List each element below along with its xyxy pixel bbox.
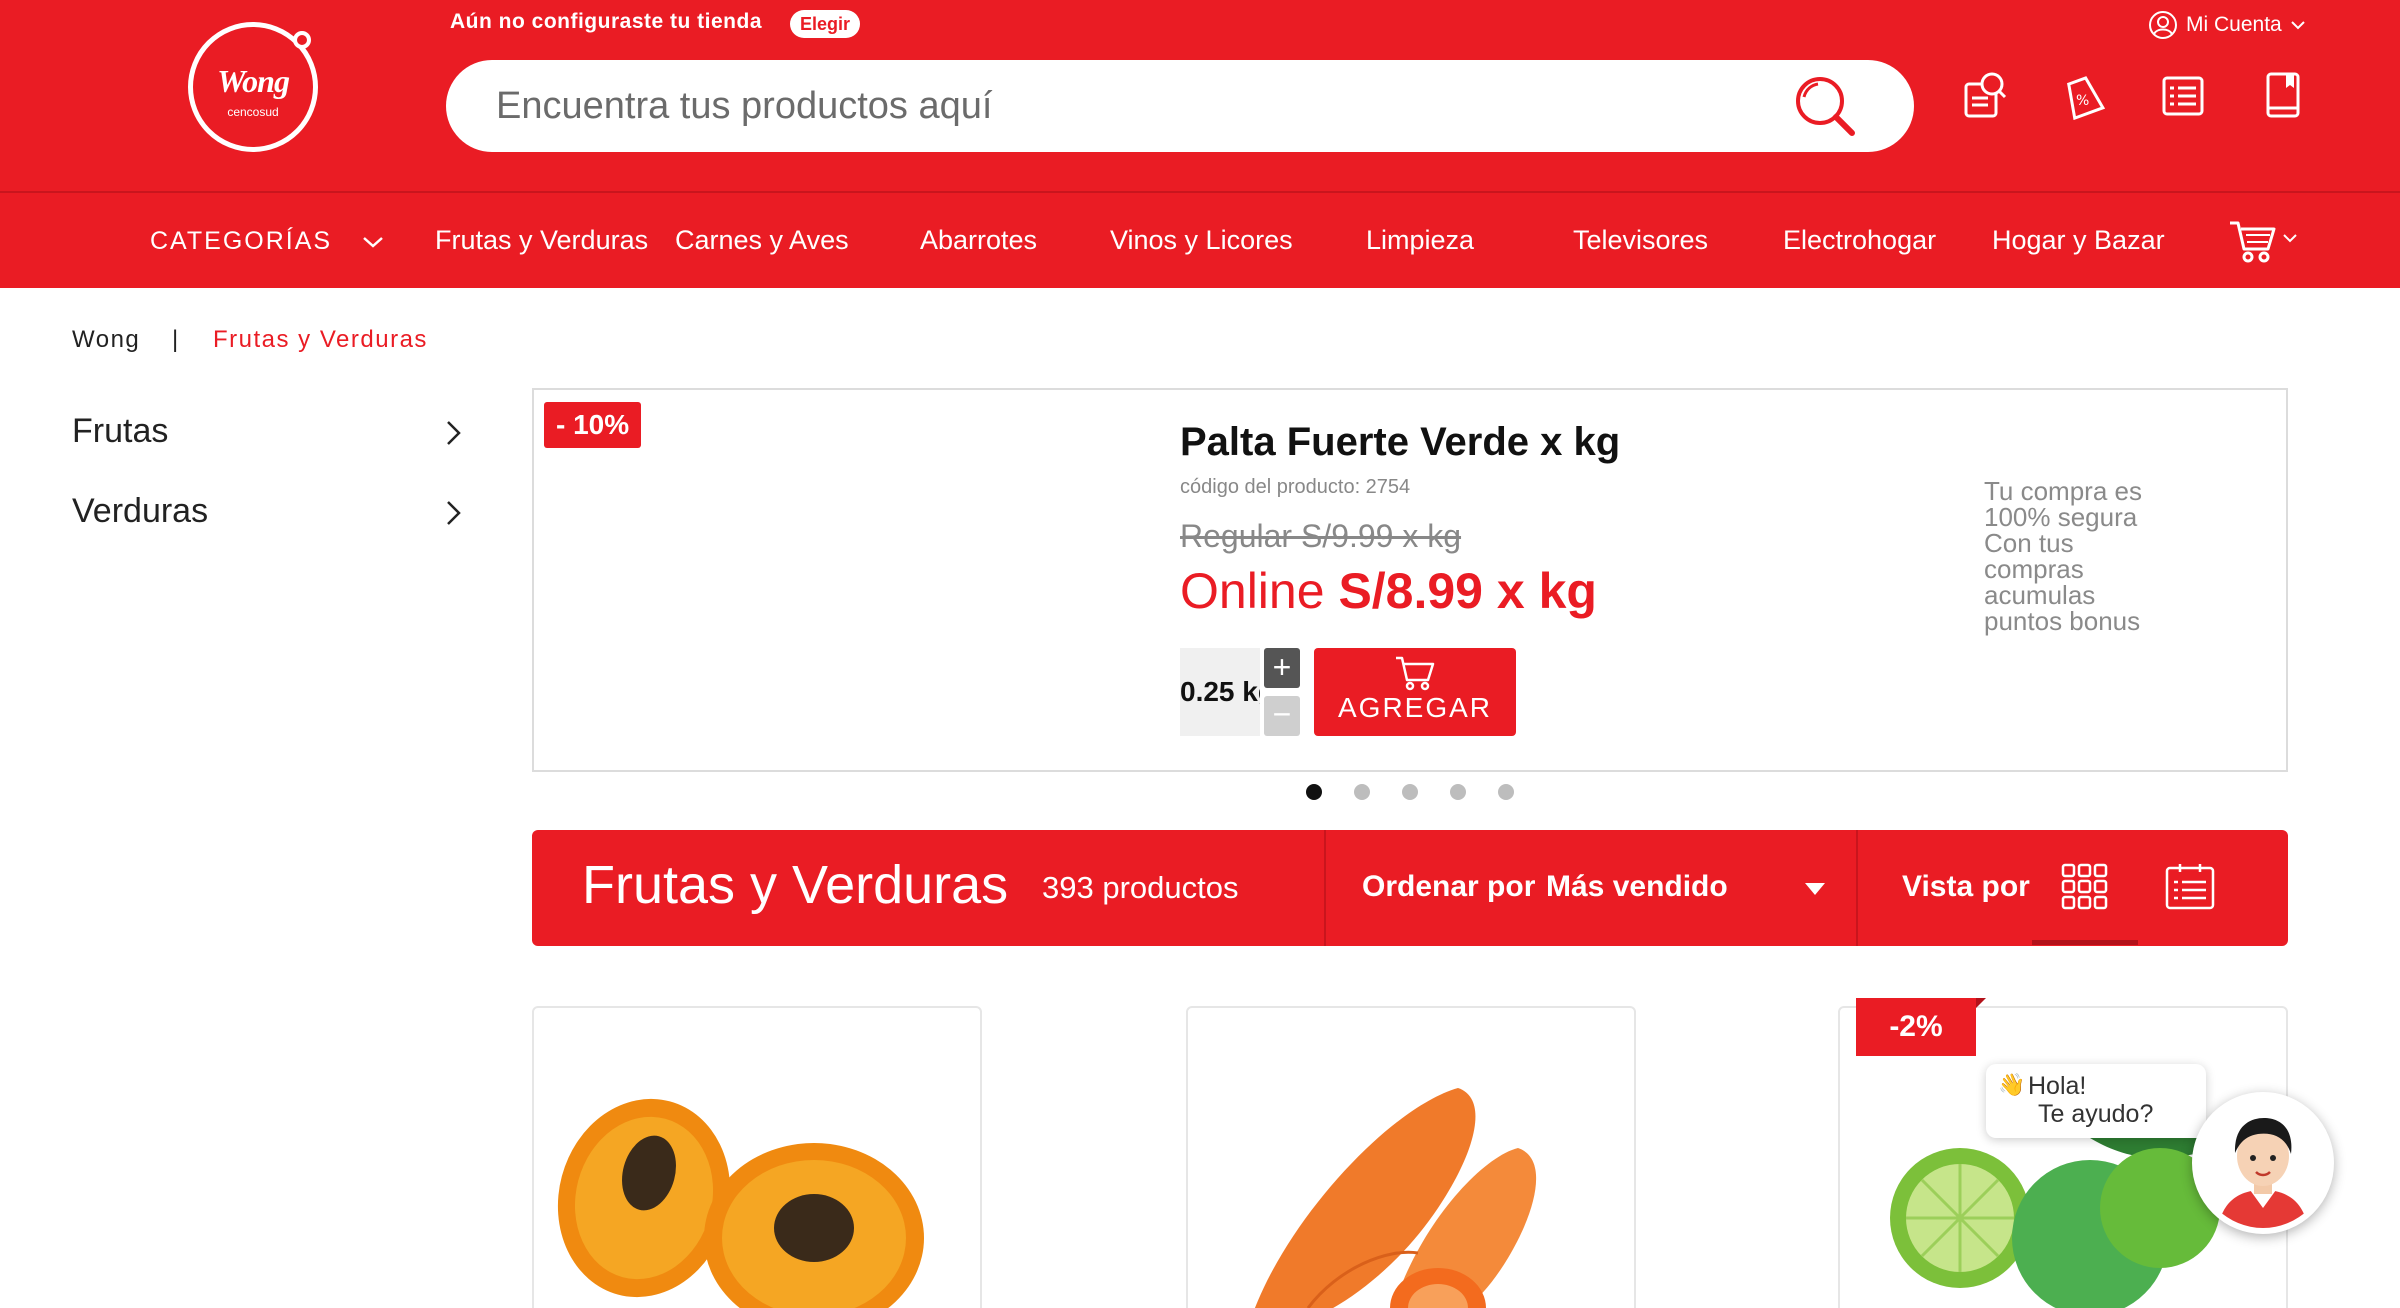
list-view-icon[interactable]: [2164, 862, 2216, 912]
account-label: Mi Cuenta: [2186, 13, 2282, 36]
sidebar-item-verduras[interactable]: Verduras: [72, 484, 472, 544]
online-price-value: S/8.99 x kg: [1338, 563, 1597, 619]
nav-item-vinos-licores[interactable]: Vinos y Licores: [1110, 193, 1293, 288]
product-title[interactable]: Palta Fuerte Verde x kg: [1180, 420, 1620, 465]
carousel-dot[interactable]: [1450, 784, 1466, 800]
divider: [1324, 830, 1326, 946]
product-code: código del producto: 2754: [1180, 476, 1411, 498]
search-icon[interactable]: [1792, 73, 1858, 139]
nav-item-hogar-bazar[interactable]: Hogar y Bazar: [1992, 193, 2165, 288]
offers-tag-icon[interactable]: %: [2058, 70, 2108, 120]
active-view-indicator: [2032, 940, 2138, 945]
logo-word: Wong: [217, 63, 290, 99]
cart-icon[interactable]: [2228, 215, 2298, 265]
breadcrumb-separator: |: [172, 326, 180, 353]
sort-select[interactable]: Más vendido: [1546, 870, 1728, 904]
nav-item-carnes-aves[interactable]: Carnes y Aves: [675, 193, 849, 288]
chevron-down-icon: [362, 237, 383, 248]
chat-bubble[interactable]: 👋 Hola! Te ayudo?: [1986, 1064, 2206, 1138]
cart-icon: [1396, 656, 1435, 691]
chevron-down-icon: [2291, 21, 2305, 30]
add-button-label: AGREGAR: [1337, 692, 1493, 723]
categories-label: CATEGORÍAS: [150, 227, 333, 255]
nav-item-televisores[interactable]: Televisores: [1573, 193, 1708, 288]
carousel-dot[interactable]: [1498, 784, 1514, 800]
nav-item-abarrotes[interactable]: Abarrotes: [920, 193, 1037, 288]
carousel-dot[interactable]: [1306, 784, 1322, 800]
logo-subtext: cencosud: [227, 105, 279, 119]
online-price: Online S/8.99 x kg: [1180, 562, 1597, 620]
chat-greeting: Hola!: [2028, 1072, 2087, 1100]
nav-item-limpieza[interactable]: Limpieza: [1366, 193, 1474, 288]
caret-down-icon[interactable]: [1804, 882, 1826, 896]
secure-purchase-text: Tu compra es 100% segura Con tus compras…: [1984, 476, 2142, 636]
search-input[interactable]: [496, 74, 1746, 138]
quantity-minus-button[interactable]: −: [1264, 696, 1300, 736]
choose-store-button[interactable]: Elegir: [790, 10, 861, 38]
shopping-list-icon[interactable]: [2158, 70, 2208, 120]
nav-item-electrohogar[interactable]: Electrohogar: [1783, 193, 1936, 288]
svg-text:%: %: [2076, 93, 2089, 109]
featured-product-banner: - 10% Palta Fuerte Verde x kg código del…: [532, 388, 2288, 772]
chat-help-text: Te ayudo?: [2038, 1100, 2154, 1128]
top-header: Wong cencosud Aún no configuraste tu tie…: [0, 0, 2400, 191]
search-bar: [446, 60, 1914, 152]
assistant-avatar-icon: [2198, 1098, 2328, 1228]
product-card[interactable]: [532, 1006, 982, 1308]
chevron-right-icon: [447, 501, 461, 525]
chevron-right-icon: [447, 421, 461, 445]
account-menu[interactable]: Mi Cuenta: [2148, 10, 2306, 40]
logo-dot: [293, 31, 311, 49]
sort-label: Ordenar por: [1362, 870, 1536, 903]
wong-logo[interactable]: Wong cencosud: [188, 22, 318, 152]
breadcrumb-home[interactable]: Wong: [72, 326, 140, 354]
catalog-book-icon[interactable]: [2258, 70, 2308, 120]
breadcrumb-current[interactable]: Frutas y Verduras: [213, 326, 428, 354]
results-count: 393 productos: [1042, 870, 1239, 905]
online-label: Online: [1180, 563, 1325, 619]
quantity-field[interactable]: 0.25 kg: [1180, 648, 1260, 736]
category-nav: CATEGORÍAS Frutas y Verduras Carnes y Av…: [0, 193, 2400, 288]
sidebar-item-label: Verduras: [72, 492, 209, 530]
carousel-dot[interactable]: [1354, 784, 1370, 800]
divider: [1856, 830, 1858, 946]
product-card[interactable]: [1186, 1006, 1636, 1308]
grid-view-icon[interactable]: [2060, 862, 2110, 912]
carrots-image: [1255, 1088, 1537, 1308]
regular-price: Regular S/9.99 x kg: [1180, 518, 1462, 554]
user-icon: [2149, 11, 2177, 39]
carousel-dot[interactable]: [1402, 784, 1418, 800]
chat-assistant-avatar[interactable]: [2192, 1092, 2334, 1234]
wave-hand-icon: 👋: [1998, 1072, 2026, 1097]
discount-badge: - 10%: [544, 402, 642, 448]
papaya-image: [557, 1098, 924, 1308]
recipes-icon[interactable]: [1960, 70, 2010, 120]
results-title: Frutas y Verduras: [582, 855, 1009, 915]
results-bar: Frutas y Verduras 393 productos Ordenar …: [532, 830, 2288, 946]
nav-item-frutas-verduras[interactable]: Frutas y Verduras: [435, 193, 648, 288]
view-label: Vista por: [1902, 870, 2030, 903]
quantity-plus-button[interactable]: +: [1264, 648, 1300, 688]
categories-menu[interactable]: CATEGORÍAS: [150, 193, 384, 288]
store-message: Aún no configuraste tu tienda: [450, 10, 762, 33]
sidebar-item-frutas[interactable]: Frutas: [72, 404, 472, 464]
add-to-cart-button[interactable]: AGREGAR: [1314, 648, 1516, 736]
discount-badge: -2%: [1856, 998, 1986, 1056]
sidebar-item-label: Frutas: [72, 412, 169, 450]
